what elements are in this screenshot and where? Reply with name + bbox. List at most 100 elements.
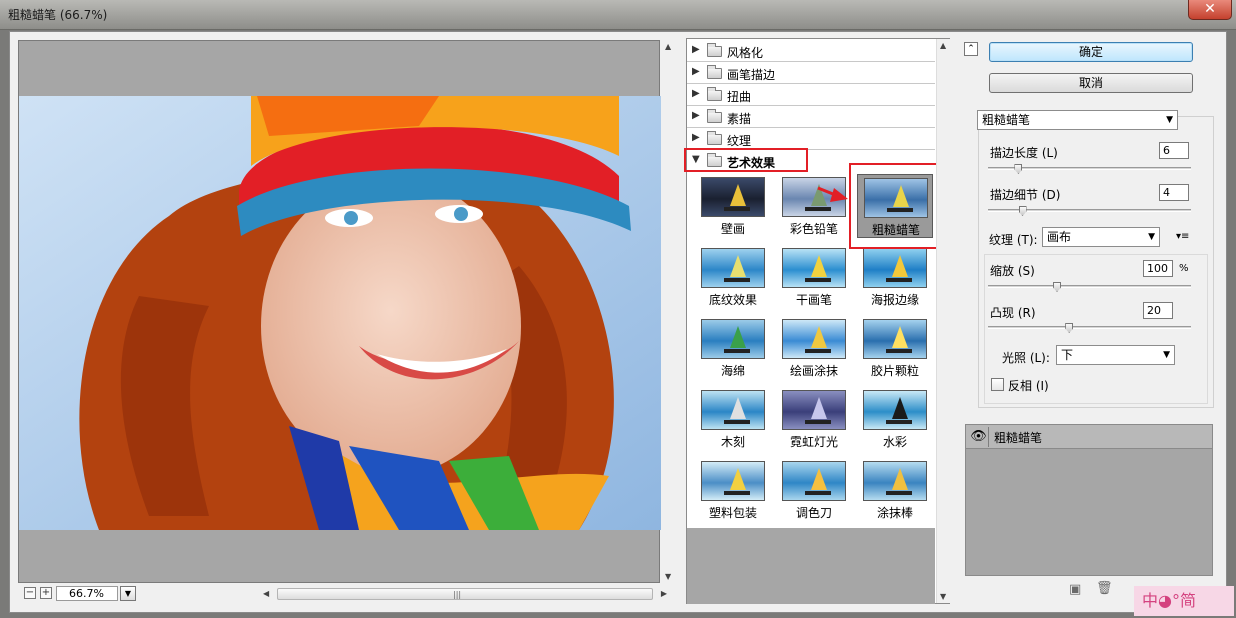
filter-thumbnail[interactable]: 霓虹灯光 (776, 387, 852, 451)
eye-icon[interactable]: 👁 (969, 427, 989, 447)
category-texture[interactable]: ▶ 纹理 (687, 129, 935, 150)
boat-icon (724, 207, 750, 211)
sail-icon (892, 255, 908, 277)
scroll-thumb[interactable]: ||| (277, 588, 653, 600)
effect-layer-row[interactable]: 👁 粗糙蜡笔 (966, 425, 1212, 449)
expand-triangle-icon: ▶ (692, 88, 700, 99)
sail-icon (730, 468, 746, 490)
preview-horizontal-scrollbar[interactable]: ◀ ||| ▶ (263, 588, 667, 600)
scaling-slider[interactable] (988, 282, 1191, 292)
filter-thumbnail[interactable]: 塑料包装 (695, 458, 771, 522)
collapse-gallery-button[interactable]: ⌃ (964, 42, 978, 56)
preview-bottom-bar: − + 66.7% ▼ ◀ ||| ▶ (18, 585, 676, 603)
filter-thumbnail[interactable]: 干画笔 (776, 245, 852, 309)
gallery-empty-area (687, 528, 935, 604)
filter-select[interactable]: 粗糙蜡笔 ▼ (977, 110, 1178, 130)
scroll-down-arrow-icon[interactable]: ▼ (940, 592, 946, 601)
scroll-right-arrow-icon[interactable]: ▶ (661, 589, 667, 598)
close-button[interactable]: ✕ (1188, 0, 1232, 20)
sail-icon (811, 255, 827, 277)
filter-thumbnail[interactable]: 调色刀 (776, 458, 852, 522)
stroke-length-slider[interactable] (988, 164, 1191, 174)
filter-preview-image (863, 390, 927, 430)
folder-icon (707, 43, 722, 57)
folder-icon (707, 87, 722, 101)
preview-area[interactable] (18, 40, 661, 583)
sail-icon (892, 397, 908, 419)
boat-icon (724, 278, 750, 282)
texture-menu-icon[interactable]: ▾≡ (1176, 231, 1189, 242)
scroll-up-arrow-icon[interactable]: ▲ (940, 41, 946, 50)
slider-thumb[interactable] (1014, 164, 1023, 174)
filter-thumbnail[interactable]: 海报边缘 (857, 245, 933, 309)
category-sketch[interactable]: ▶ 素描 (687, 107, 935, 128)
scroll-up-arrow-icon[interactable]: ▲ (665, 42, 671, 51)
slider-thumb[interactable] (1018, 206, 1027, 216)
stroke-detail-input[interactable]: 4 (1159, 184, 1189, 201)
filter-preview-image (701, 248, 765, 288)
sail-icon (811, 326, 827, 348)
ok-button[interactable]: 确定 (989, 42, 1193, 62)
category-label: 风格化 (727, 46, 764, 60)
zoom-out-button[interactable]: − (24, 587, 36, 599)
filter-thumbnail[interactable]: 底纹效果 (695, 245, 771, 309)
gallery-scrollbar[interactable]: ▲ ▼ (936, 39, 950, 603)
texture-select[interactable]: 画布 ▼ (1042, 227, 1160, 247)
zoom-in-button[interactable]: + (40, 587, 52, 599)
category-distort[interactable]: ▶ 扭曲 (687, 85, 935, 106)
filter-preview-image (701, 390, 765, 430)
filter-preview-image (782, 461, 846, 501)
scaling-label: 缩放 (S) (990, 264, 1035, 278)
scroll-left-arrow-icon[interactable]: ◀ (263, 589, 269, 598)
title-bar: 粗糙蜡笔 (66.7%) ✕ (0, 0, 1236, 30)
filter-label: 干画笔 (795, 293, 832, 307)
invert-checkbox[interactable] (991, 378, 1004, 391)
new-effect-layer-icon[interactable]: ▣ (1069, 582, 1081, 597)
filter-thumbnail[interactable]: 壁画 (695, 174, 771, 238)
filter-thumbnail[interactable]: 海绵 (695, 316, 771, 380)
cancel-button[interactable]: 取消 (989, 73, 1193, 93)
slider-thumb[interactable] (1065, 323, 1074, 333)
sail-icon (730, 397, 746, 419)
relief-input[interactable]: 20 (1143, 302, 1173, 319)
preview-vertical-scrollbar[interactable]: ▲ ▼ (662, 40, 676, 583)
filter-thumbnail[interactable]: 绘画涂抹 (776, 316, 852, 380)
scroll-down-arrow-icon[interactable]: ▼ (665, 572, 671, 581)
relief-slider[interactable] (988, 323, 1191, 333)
filter-preview-image (782, 319, 846, 359)
filter-label: 彩色铅笔 (789, 222, 838, 236)
filter-label: 调色刀 (795, 506, 832, 520)
filter-label: 海绵 (720, 364, 745, 378)
filter-label: 水彩 (882, 435, 907, 449)
filter-label: 木刻 (720, 435, 745, 449)
category-brush-strokes[interactable]: ▶ 画笔描边 (687, 63, 935, 84)
zoom-level-field[interactable]: 66.7% (56, 586, 118, 601)
filter-thumbnail[interactable]: 涂抹棒 (857, 458, 933, 522)
slider-thumb[interactable] (1053, 282, 1062, 292)
zoom-dropdown-button[interactable]: ▼ (120, 586, 136, 601)
filter-preview-image (782, 248, 846, 288)
sail-icon (730, 255, 746, 277)
filter-preview-image (863, 248, 927, 288)
filter-label: 涂抹棒 (876, 506, 913, 520)
filter-thumbnail[interactable]: 胶片颗粒 (857, 316, 933, 380)
boat-icon (724, 491, 750, 495)
category-stylize[interactable]: ▶ 风格化 (687, 41, 935, 62)
stroke-length-input[interactable]: 6 (1159, 142, 1189, 159)
stroke-detail-slider[interactable] (988, 206, 1191, 216)
watermark-logo: 中◕°简 (1134, 586, 1234, 616)
trash-icon[interactable]: 🗑 (1096, 581, 1113, 596)
portrait-image (19, 96, 661, 530)
filter-gallery: ▶ 风格化 ▶ 画笔描边 ▶ 扭曲 ▶ 素描 ▶ 纹理 ▼ 艺术效果 壁画 彩色… (684, 38, 950, 604)
scaling-input[interactable]: 100 (1143, 260, 1173, 277)
boat-icon (805, 491, 831, 495)
scaling-unit: % (1179, 263, 1189, 274)
filter-thumbnail[interactable]: 木刻 (695, 387, 771, 451)
light-select[interactable]: 下 ▼ (1056, 345, 1175, 365)
boat-icon (724, 349, 750, 353)
filter-label: 底纹效果 (708, 293, 757, 307)
filter-select-value: 粗糙蜡笔 (982, 113, 1031, 127)
filter-label: 霓虹灯光 (789, 435, 838, 449)
folder-icon (707, 131, 722, 145)
filter-thumbnail[interactable]: 水彩 (857, 387, 933, 451)
